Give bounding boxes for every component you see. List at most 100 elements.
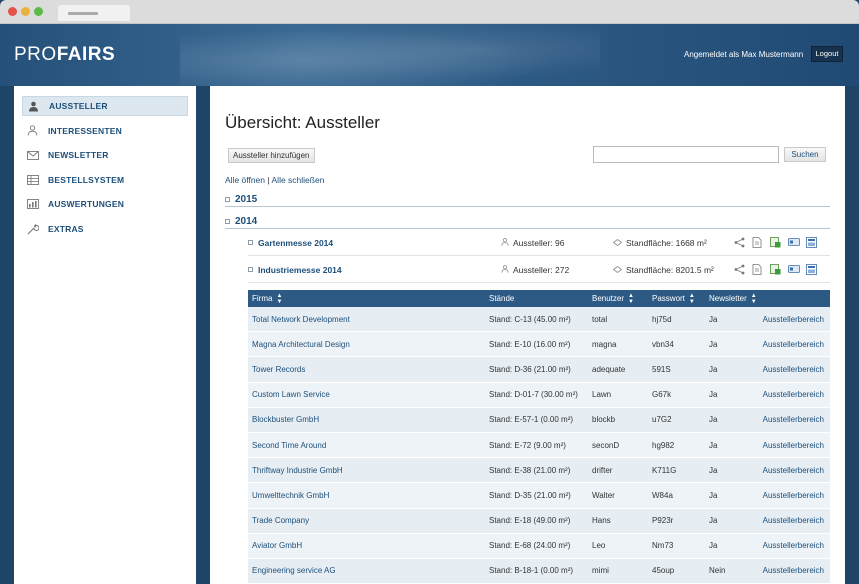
sidebar-item-newsletter[interactable]: NEWSLETTER: [22, 145, 188, 165]
tab-title-placeholder: [68, 12, 98, 15]
id-card-icon[interactable]: [788, 264, 800, 275]
event-name[interactable]: Gartenmesse 2014: [248, 238, 501, 248]
column-header-firma[interactable]: Firma ▲ ▼: [248, 293, 485, 305]
event-row: Gartenmesse 2014 Aussteller: 96 Standflä…: [248, 230, 830, 256]
company-cell[interactable]: Trade Company: [248, 516, 485, 525]
sidebar-item-label: NEWSLETTER: [48, 150, 109, 160]
company-cell[interactable]: Magna Architectural Design: [248, 340, 485, 349]
password-cell: u7G2: [652, 415, 672, 425]
logout-button[interactable]: Logout: [811, 46, 843, 62]
exhibitor-area-link[interactable]: Ausstellerbereich: [758, 491, 830, 500]
sidebar-item-interessenten[interactable]: INTERESSENTEN: [22, 121, 188, 141]
document-icon[interactable]: [752, 264, 763, 275]
user-cell: Walter: [592, 490, 615, 500]
user-cell: Leo: [592, 541, 606, 551]
app-header: PROFAIRS Angemeldet als Max Mustermann L…: [0, 24, 859, 86]
table-row: Engineering service AG Stand: B-18-1 (0.0…: [248, 558, 830, 584]
company-cell[interactable]: Thriftway Industrie GmbH: [248, 466, 485, 475]
table-header: Firma ▲ ▼ Stände Benutzer ▲ ▼ Passwort ▲ ▼ New…: [248, 290, 830, 307]
browser-tab[interactable]: [58, 5, 130, 21]
company-cell[interactable]: Second Time Around: [248, 441, 485, 450]
exhibitor-area-link[interactable]: Ausstellerbereich: [758, 415, 830, 424]
company-cell[interactable]: Tower Records: [248, 365, 485, 374]
exhibitor-count-text: Aussteller: 272: [513, 264, 570, 275]
company-cell[interactable]: Blockbuster GmbH: [248, 415, 485, 424]
event-name[interactable]: Industriemesse 2014: [248, 265, 501, 275]
company-cell[interactable]: Custom Lawn Service: [248, 390, 485, 399]
id-card-icon[interactable]: [788, 237, 800, 248]
profairs-logo[interactable]: PROFAIRS: [14, 44, 115, 66]
exhibitor-area-link[interactable]: Ausstellerbereich: [758, 365, 830, 374]
exhibitor-area-link[interactable]: Ausstellerbereich: [758, 541, 830, 550]
event-name-text: Gartenmesse 2014: [258, 237, 334, 248]
exhibitor-area-link[interactable]: Ausstellerbereich: [758, 441, 830, 450]
search-button[interactable]: Suchen: [784, 147, 826, 162]
sidebar-item-label: AUSWERTUNGEN: [48, 199, 125, 209]
company-cell[interactable]: Aviator GmbH: [248, 541, 485, 550]
company-cell[interactable]: Total Network Development: [248, 315, 485, 324]
newsletter-cell: Ja: [709, 364, 718, 374]
maximize-window-icon[interactable]: [34, 7, 43, 16]
column-header-newsletter[interactable]: Newsletter ▲ ▼: [705, 293, 758, 305]
password-cell: Nm73: [652, 541, 674, 551]
sidebar-item-auswertungen[interactable]: AUSWERTUNGEN: [22, 194, 188, 214]
newsletter-cell: Ja: [709, 314, 718, 324]
edit-form-icon[interactable]: [806, 264, 817, 275]
stand-cell: Stand: E-18 (49.00 m²): [489, 516, 571, 526]
table-row: Tower Records Stand: D-36 (21.00 m²) adequ…: [248, 357, 830, 383]
user-cell: mimi: [592, 566, 609, 576]
sidebar-item-bestellsystem[interactable]: BESTELLSYSTEM: [22, 170, 188, 190]
edit-form-icon[interactable]: [806, 237, 817, 248]
newsletter-cell: Ja: [709, 339, 718, 349]
exhibitor-count-text: Aussteller: 96: [513, 237, 565, 248]
browser-chrome: [0, 0, 859, 24]
close-all-link[interactable]: Alle schließen: [272, 175, 325, 185]
stand-cell: Stand: C-13 (45.00 m²): [489, 314, 571, 324]
stand-cell: Stand: D-01-7 (30.00 m²): [489, 390, 578, 400]
chart-icon: [26, 199, 39, 210]
export-excel-icon[interactable]: [770, 264, 781, 275]
open-all-link[interactable]: Alle öffnen: [225, 175, 265, 185]
header-label: Newsletter: [709, 294, 747, 303]
stand-cell: Stand: E-10 (16.00 m²): [489, 339, 571, 349]
password-cell: 45oup: [652, 566, 675, 576]
stand-cell: Stand: D-36 (21.00 m²): [489, 364, 571, 374]
company-cell[interactable]: Engineering service AG: [248, 566, 485, 575]
column-header-passwort[interactable]: Passwort ▲ ▼: [648, 293, 705, 305]
exhibitor-area-link[interactable]: Ausstellerbereich: [758, 516, 830, 525]
exhibitor-area-link[interactable]: Ausstellerbereich: [758, 466, 830, 475]
search-input[interactable]: [593, 146, 779, 163]
sidebar-item-aussteller[interactable]: AUSSTELLER: [22, 96, 188, 116]
newsletter-cell: Ja: [709, 465, 718, 475]
header-label: Stände: [489, 294, 515, 303]
exhibitor-area-link[interactable]: Ausstellerbereich: [758, 315, 830, 324]
password-cell: 591S: [652, 364, 671, 374]
user-cell: seconD: [592, 440, 620, 450]
sidebar-item-label: EXTRAS: [48, 223, 84, 234]
document-icon[interactable]: [752, 237, 763, 248]
add-exhibitor-button[interactable]: Aussteller hinzufügen: [228, 148, 315, 163]
header-label: Firma: [252, 294, 273, 303]
password-cell: P923r: [652, 516, 674, 526]
year-2014[interactable]: 2014: [225, 215, 830, 229]
year-2015[interactable]: 2015: [225, 193, 830, 207]
close-window-icon[interactable]: [8, 7, 17, 16]
share-icon[interactable]: [734, 264, 745, 275]
grid-icon: [26, 174, 39, 185]
user-icon: [27, 101, 40, 112]
share-icon[interactable]: [734, 237, 745, 248]
envelope-icon: [26, 150, 39, 161]
company-cell[interactable]: Umwelttechnik GmbH: [248, 491, 485, 500]
exhibitor-area-link[interactable]: Ausstellerbereich: [758, 340, 830, 349]
column-header-benutzer[interactable]: Benutzer ▲ ▼: [588, 293, 648, 305]
exhibitor-area-link[interactable]: Ausstellerbereich: [758, 566, 830, 575]
year-label: 2015: [235, 194, 258, 205]
exhibitor-area-link[interactable]: Ausstellerbereich: [758, 390, 830, 399]
stand-cell: Stand: B-18-1 (0.00 m²): [489, 566, 574, 576]
minimize-window-icon[interactable]: [21, 7, 30, 16]
event-actions: [734, 264, 817, 275]
stand-area-text: Standfläche: 8201.5 m²: [626, 264, 714, 275]
user-outline-icon: [501, 237, 509, 248]
export-excel-icon[interactable]: [770, 237, 781, 248]
sidebar-item-extras[interactable]: EXTRAS: [22, 219, 188, 239]
